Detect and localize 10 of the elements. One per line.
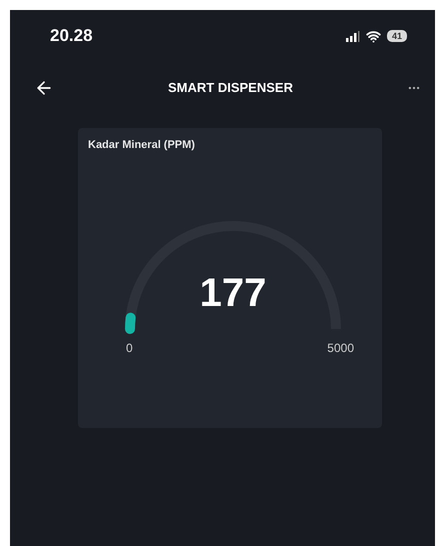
gauge-fill [125, 312, 136, 334]
screen-title: SMART DISPENSER [168, 79, 293, 98]
gauge-value: 177 [200, 272, 266, 312]
gauge-min-label: 0 [126, 340, 133, 356]
battery-indicator: 41 [386, 30, 407, 42]
status-time: 20.28 [50, 25, 93, 48]
gauge-max-label: 5000 [327, 340, 354, 356]
card-title: Kadar Mineral (PPM) [88, 138, 196, 153]
wifi-icon [366, 28, 381, 44]
signal-icon [346, 30, 360, 42]
